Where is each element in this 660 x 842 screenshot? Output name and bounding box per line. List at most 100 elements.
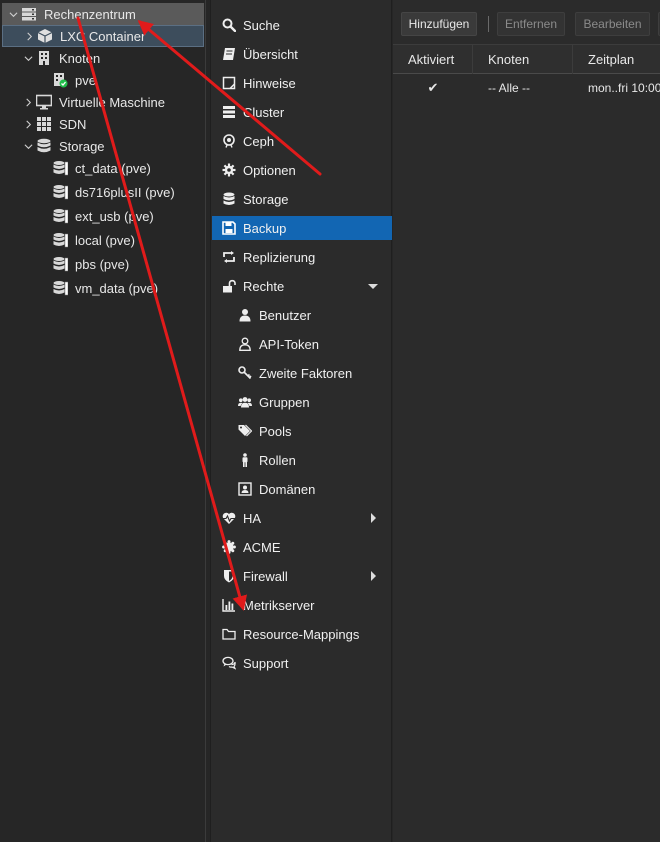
nav-item-realms[interactable]: Domänen (212, 477, 392, 501)
nav-item-roles[interactable]: Rollen (212, 448, 392, 472)
resource-tree: Rechenzentrum LXC Container Knoten pve V… (0, 0, 206, 842)
desktop-icon (35, 94, 53, 110)
column-header-enabled[interactable]: Aktiviert (393, 45, 473, 74)
column-header-schedule[interactable]: Zeitplan (573, 45, 660, 74)
id-badge-icon (237, 481, 253, 497)
tree-item-label: local (pve) (75, 232, 135, 248)
tree-item-storage-ext-usb[interactable]: ext_usb (pve) (2, 205, 204, 227)
nav-item-notes[interactable]: Hinweise (212, 71, 392, 95)
chevron-right-icon[interactable] (21, 95, 35, 109)
chevron-right-icon[interactable] (21, 117, 35, 131)
tree-item-node-pve[interactable]: pve (2, 69, 204, 91)
nav-item-groups[interactable]: Gruppen (212, 390, 392, 414)
tree-item-storage-pbs[interactable]: pbs (pve) (2, 253, 204, 275)
database-icon (221, 191, 237, 207)
nav-item-acme[interactable]: ACME (212, 535, 392, 559)
nav-item-permissions[interactable]: Rechte (212, 274, 392, 298)
tree-item-sdn[interactable]: SDN (2, 113, 204, 135)
user-outline-icon (237, 336, 253, 352)
tree-item-label: LXC Container (60, 28, 146, 44)
toolbar-separator (488, 16, 489, 32)
caret-right-icon[interactable] (364, 513, 382, 523)
chevron-down-icon[interactable] (6, 7, 20, 21)
caret-down-icon[interactable] (364, 281, 382, 291)
chevron-down-icon[interactable] (21, 139, 35, 153)
tree-item-lxc-container[interactable]: LXC Container (2, 25, 204, 47)
grid-icon (35, 116, 53, 132)
grid-header: Aktiviert Knoten Zeitplan (393, 44, 660, 74)
table-row[interactable]: ✔ -- Alle -- mon..fri 10:00 (393, 75, 660, 101)
book-icon (221, 46, 237, 62)
tree-item-storage-ds716plusii[interactable]: ds716plusII (pve) (2, 181, 204, 203)
tree-item-label: Storage (59, 138, 105, 154)
storage-bar-icon (51, 160, 69, 176)
nav-item-ha[interactable]: HA (212, 506, 392, 530)
nav-item-options[interactable]: Optionen (212, 158, 392, 182)
search-icon (221, 17, 237, 33)
tree-item-nodes[interactable]: Knoten (2, 47, 204, 69)
server-icon (221, 104, 237, 120)
chevron-down-icon[interactable] (21, 51, 35, 65)
certificate-icon (221, 539, 237, 555)
nav-item-second-factors[interactable]: Zweite Faktoren (212, 361, 392, 385)
add-button[interactable]: Hinzufügen (401, 12, 477, 36)
tree-item-label: Rechenzentrum (44, 6, 136, 22)
edit-button[interactable]: Bearbeiten (575, 12, 650, 36)
floppy-icon (221, 220, 237, 236)
remove-button[interactable]: Entfernen (497, 12, 565, 36)
ceph-icon (221, 133, 237, 149)
backup-panel: Hinzufügen Entfernen Bearbeiten Aktivier… (393, 0, 660, 842)
building-icon (35, 50, 53, 66)
storage-bar-icon (51, 184, 69, 200)
male-icon (237, 452, 253, 468)
note-icon (221, 75, 237, 91)
users-icon (237, 394, 253, 410)
chevron-right-icon[interactable] (22, 29, 36, 43)
tree-item-storage-ct-data[interactable]: ct_data (pve) (2, 157, 204, 179)
nav-item-backup[interactable]: Backup (212, 216, 392, 240)
nav-item-storage[interactable]: Storage (212, 187, 392, 211)
storage-bar-icon (51, 232, 69, 248)
nav-item-api-token[interactable]: API-Token (212, 332, 392, 356)
key-icon (237, 365, 253, 381)
column-header-node[interactable]: Knoten (473, 45, 573, 74)
tree-item-label: Virtuelle Maschine (59, 94, 165, 110)
row-node: -- Alle -- (488, 81, 530, 95)
nav-item-ceph[interactable]: Ceph (212, 129, 392, 153)
config-navigation: Suche Übersicht Hinweise Cluster Ceph Op… (210, 0, 392, 842)
bar-chart-icon (221, 597, 237, 613)
nav-item-cluster[interactable]: Cluster (212, 100, 392, 124)
tags-icon (237, 423, 253, 439)
shield-icon (221, 568, 237, 584)
gear-icon (221, 162, 237, 178)
tree-item-storage-vm-data[interactable]: vm_data (pve) (2, 277, 204, 299)
nav-item-firewall[interactable]: Firewall (212, 564, 392, 588)
unlock-icon (221, 278, 237, 294)
tree-item-label: vm_data (pve) (75, 280, 159, 296)
heartbeat-icon (221, 510, 237, 526)
database-icon (35, 138, 53, 154)
nav-item-search[interactable]: Suche (212, 13, 392, 37)
nav-item-pools[interactable]: Pools (212, 419, 392, 443)
nav-item-overview[interactable]: Übersicht (212, 42, 392, 66)
tree-item-datacenter[interactable]: Rechenzentrum (2, 3, 204, 25)
cube-icon (36, 28, 54, 44)
nav-item-users[interactable]: Benutzer (212, 303, 392, 327)
tree-item-label: SDN (59, 116, 87, 132)
tree-item-virtual-machine[interactable]: Virtuelle Maschine (2, 91, 204, 113)
tree-item-label: pbs (pve) (75, 256, 130, 272)
caret-right-icon[interactable] (364, 571, 382, 581)
tree-item-label: ct_data (pve) (75, 160, 151, 176)
node-online-icon (51, 72, 69, 88)
nav-item-resource-mappings[interactable]: Resource-Mappings (212, 622, 392, 646)
tree-item-storage-local[interactable]: local (pve) (2, 229, 204, 251)
nav-item-support[interactable]: Support (212, 651, 392, 675)
tree-item-storage[interactable]: Storage (2, 135, 204, 157)
user-icon (237, 307, 253, 323)
retweet-icon (221, 249, 237, 265)
enabled-check-icon: ✔ (427, 80, 439, 95)
folder-icon (221, 626, 237, 642)
nav-item-replication[interactable]: Replizierung (212, 245, 392, 269)
row-schedule: mon..fri 10:00 (588, 81, 660, 95)
nav-item-metric-server[interactable]: Metrikserver (212, 593, 392, 617)
